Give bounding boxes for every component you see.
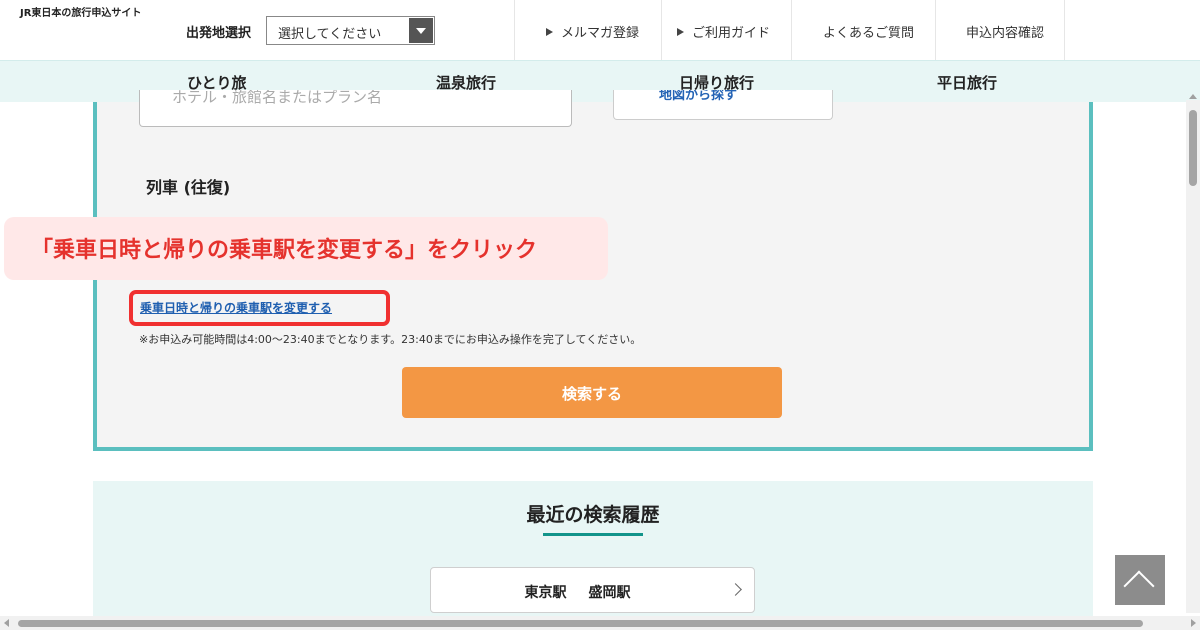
chevron-up-icon — [1123, 570, 1155, 602]
recent-search-history: 最近の検索履歴 東京駅 盛岡駅 — [93, 481, 1093, 630]
history-title: 最近の検索履歴 — [526, 504, 660, 526]
category-weekday-travel[interactable]: 平日旅行 — [937, 72, 997, 93]
chevron-right-icon — [729, 583, 742, 596]
search-button[interactable]: 検索する — [402, 367, 782, 418]
site-name[interactable]: JR東日本の旅行申込サイト — [20, 4, 141, 19]
nav-faq[interactable]: よくあるご質問 — [791, 0, 935, 60]
nav-newsletter-label: メルマガ登録 — [561, 26, 640, 41]
chevron-down-icon — [409, 18, 433, 43]
nav-faq-label: よくあるご質問 — [823, 26, 915, 41]
triangle-right-icon — [677, 28, 684, 36]
nav-booking-check-label: 申込内容確認 — [966, 26, 1045, 41]
triangle-right-icon — [546, 28, 553, 36]
history-from-station: 東京駅 — [524, 585, 567, 601]
nav-guide-label: ご利用ガイド — [692, 26, 771, 41]
instruction-callout: 「乗車日時と帰りの乗車駅を変更する」をクリック — [4, 217, 608, 280]
horizontal-scrollbar[interactable] — [0, 616, 1200, 630]
history-to-station: 盛岡駅 — [588, 585, 631, 601]
vertical-scroll-thumb[interactable] — [1189, 110, 1197, 186]
back-to-top-button[interactable] — [1115, 555, 1165, 605]
nav-booking-check[interactable]: 申込内容確認 — [935, 0, 1065, 60]
origin-label: 出発地選択 — [186, 26, 252, 41]
map-search-button[interactable]: 地図から探す — [613, 90, 833, 120]
site-header: JR東日本の旅行申込サイト 出発地選択 選択してください メルマガ登録 ご利用ガ… — [0, 0, 1200, 60]
booking-hours-note: ※お申込み可能時間は4:00〜23:40までとなります。23:40までにお申込み… — [139, 333, 642, 346]
hotel-name-placeholder: ホテル・旅館名またはプラン名 — [172, 90, 383, 106]
scroll-left-icon[interactable] — [4, 619, 9, 627]
vertical-scrollbar[interactable] — [1186, 94, 1200, 623]
hotel-name-input[interactable]: ホテル・旅館名またはプラン名 — [139, 90, 572, 127]
history-item[interactable]: 東京駅 盛岡駅 — [430, 567, 755, 613]
horizontal-scroll-thumb[interactable] — [18, 620, 1143, 627]
change-ride-datetime-link[interactable]: 乗車日時と帰りの乗車駅を変更する — [140, 299, 332, 316]
train-section-heading: 列車 (往復) — [146, 178, 231, 197]
scroll-up-icon[interactable] — [1189, 94, 1197, 99]
search-button-label: 検索する — [561, 386, 622, 403]
scroll-right-icon[interactable] — [1191, 619, 1196, 627]
history-title-underline — [543, 533, 643, 536]
history-route: 東京駅 盛岡駅 — [431, 582, 724, 602]
instruction-callout-text: 「乗車日時と帰りの乗車駅を変更する」をクリック — [31, 238, 538, 263]
map-search-label: 地図から探す — [659, 90, 738, 103]
nav-newsletter[interactable]: メルマガ登録 — [514, 0, 661, 60]
nav-guide[interactable]: ご利用ガイド — [661, 0, 791, 60]
origin-select-value: 選択してください — [278, 27, 382, 42]
origin-select[interactable]: 選択してください — [266, 16, 435, 45]
